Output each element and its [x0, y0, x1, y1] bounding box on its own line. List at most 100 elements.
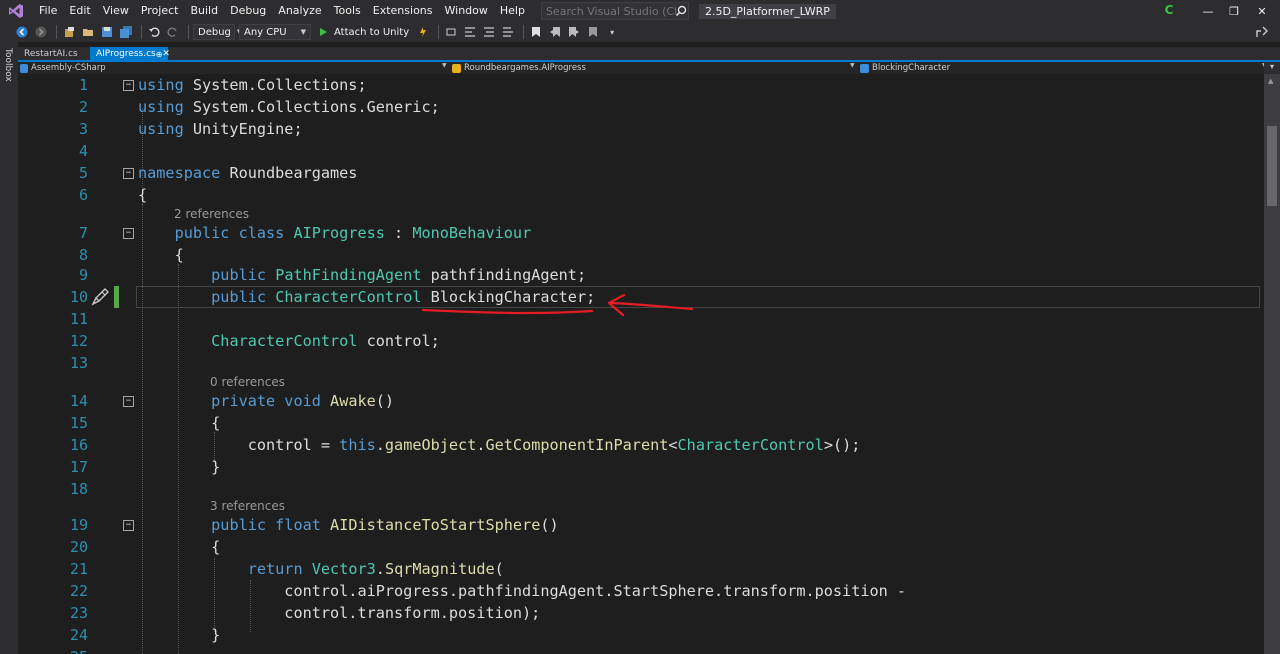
code-line[interactable]: 3 using UnityEngine;	[18, 118, 1264, 140]
solution-title: 2.5D_Platformer_LWRP	[698, 3, 836, 19]
configuration-select[interactable]: Debug▼	[193, 24, 242, 40]
scroll-thumb[interactable]	[1267, 126, 1277, 206]
collapse-icon[interactable]: −	[123, 396, 134, 407]
code-token: public	[211, 266, 267, 284]
menu-file[interactable]: File	[33, 0, 63, 22]
code-text: public PathFindingAgent pathfindingAgent…	[138, 264, 586, 286]
code-editor[interactable]: 1− using System.Collections; 2 using System…	[18, 74, 1264, 654]
code-line[interactable]: 8 {	[18, 244, 1264, 266]
platform-select[interactable]: Any CPU ▼	[239, 24, 311, 40]
back-icon[interactable]	[14, 24, 30, 40]
pin-icon[interactable]: ⊕	[156, 50, 163, 59]
menu-tools[interactable]: Tools	[328, 0, 367, 22]
menu-project[interactable]: Project	[135, 0, 185, 22]
code-line[interactable]: 25	[18, 646, 1264, 654]
code-line[interactable]: 9 public PathFindingAgent pathfindingAge…	[18, 264, 1264, 286]
tab-aiprogress[interactable]: AIProgress.cs ⊕ ✕	[90, 47, 170, 61]
code-line[interactable]: 13	[18, 352, 1264, 374]
code-line[interactable]: 10 public CharacterControl BlockingChara…	[18, 286, 1264, 308]
previous-bookmark-icon[interactable]	[547, 24, 563, 40]
visual-studio-logo-icon[interactable]	[7, 2, 25, 20]
menu-analyze[interactable]: Analyze	[272, 0, 327, 22]
uncomment-icon[interactable]	[500, 24, 516, 40]
clear-bookmarks-icon[interactable]	[585, 24, 601, 40]
code-line[interactable]: 2 using System.Collections.Generic;	[18, 96, 1264, 118]
menu-window[interactable]: Window	[439, 0, 494, 22]
close-button[interactable]: ✕	[1244, 0, 1280, 22]
type-dropdown[interactable]: Roundbeargames.AIProgress	[452, 62, 854, 74]
code-line[interactable]: 14 − private void Awake()	[18, 390, 1264, 412]
code-line[interactable]: 15 {	[18, 412, 1264, 434]
code-token: using	[138, 76, 184, 94]
member-dropdown[interactable]: BlockingCharacter	[860, 62, 1260, 74]
code-line[interactable]: 23 control.transform.position);	[18, 602, 1264, 624]
collapse-icon[interactable]: −	[123, 520, 134, 531]
attach-to-unity-button[interactable]: Attach to Unity	[334, 27, 409, 38]
bookmark-icon[interactable]	[528, 24, 544, 40]
code-text: public float AIDistanceToStartSphere()	[138, 514, 559, 536]
line-number: 23	[69, 604, 88, 622]
toolbar-separator	[188, 25, 189, 39]
toolbar-overflow-icon[interactable]: ▾	[604, 24, 620, 40]
vertical-scrollbar[interactable]: ▲	[1264, 74, 1280, 654]
code-line[interactable]: 20 {	[18, 536, 1264, 558]
menu-edit[interactable]: Edit	[63, 0, 96, 22]
project-dropdown[interactable]: Assembly-CSharp	[20, 62, 440, 74]
comment-icon[interactable]	[481, 24, 497, 40]
save-all-icon[interactable]	[118, 24, 134, 40]
search-box[interactable]	[540, 2, 689, 20]
code-line[interactable]: 4	[18, 140, 1264, 162]
step-icon[interactable]	[443, 24, 459, 40]
search-input[interactable]	[545, 4, 676, 18]
collapse-icon[interactable]: −	[123, 80, 134, 91]
menu-build[interactable]: Build	[184, 0, 224, 22]
live-share-icon[interactable]	[1254, 24, 1270, 40]
user-avatar[interactable]: C	[1162, 3, 1176, 17]
line-number: 10	[69, 288, 88, 306]
code-line[interactable]: 6{	[18, 184, 1264, 206]
code-line[interactable]: 1 − using System.Collections;	[18, 74, 1264, 96]
format-icon[interactable]	[462, 24, 478, 40]
open-folder-icon[interactable]	[80, 24, 96, 40]
codelens-distance-references[interactable]: 3 references	[210, 498, 285, 514]
class-icon	[452, 63, 461, 73]
codelens-awake-references[interactable]: 0 references	[210, 374, 285, 390]
menu-debug[interactable]: Debug	[224, 0, 272, 22]
forward-icon[interactable]	[33, 24, 49, 40]
menu-extensions[interactable]: Extensions	[367, 0, 439, 22]
menu-view[interactable]: View	[97, 0, 135, 22]
code-line[interactable]: 21 return Vector3.SqrMagnitude(	[18, 558, 1264, 580]
scroll-up-icon[interactable]: ▲	[1268, 77, 1273, 85]
code-line[interactable]: 22 control.aiProgress.pathfindingAgent.S…	[18, 580, 1264, 602]
play-icon[interactable]	[315, 24, 331, 40]
collapse-icon[interactable]: −	[123, 168, 134, 179]
code-line[interactable]: 24 }	[18, 624, 1264, 646]
tab-restartai[interactable]: RestartAI.cs	[18, 47, 90, 61]
code-line[interactable]: 11	[18, 308, 1264, 330]
hot-reload-icon[interactable]	[415, 24, 431, 40]
split-editor-button[interactable]: ▾	[1264, 62, 1280, 74]
codelens-class-references[interactable]: 2 references	[174, 206, 249, 222]
code-line[interactable]: 7 − public class AIProgress : MonoBehavio…	[18, 222, 1264, 244]
code-token: AIProgress	[293, 224, 385, 242]
menu-help[interactable]: Help	[494, 0, 531, 22]
code-line[interactable]: 16 control = this.gameObject.GetComponen…	[18, 434, 1264, 456]
search-icon[interactable]	[674, 4, 688, 18]
undo-icon[interactable]	[146, 24, 162, 40]
close-tab-icon[interactable]: ✕	[162, 49, 170, 59]
code-line[interactable]: 19 − public float AIDistanceToStartSphere…	[18, 514, 1264, 536]
toolbox-tab[interactable]: Toolbox	[3, 48, 13, 82]
redo-icon[interactable]	[165, 24, 181, 40]
code-line[interactable]: 17 }	[18, 456, 1264, 478]
line-number: 25	[18, 646, 88, 654]
save-icon[interactable]	[99, 24, 115, 40]
code-line[interactable]: 18	[18, 478, 1264, 500]
code-line[interactable]: 12 CharacterControl control;	[18, 330, 1264, 352]
split-icon: ▾	[1269, 62, 1274, 71]
code-line[interactable]: 5 − namespace Roundbeargames	[18, 162, 1264, 184]
new-project-icon[interactable]	[61, 24, 77, 40]
line-number: 1	[78, 76, 88, 94]
collapse-icon[interactable]: −	[123, 228, 134, 239]
next-bookmark-icon[interactable]	[566, 24, 582, 40]
